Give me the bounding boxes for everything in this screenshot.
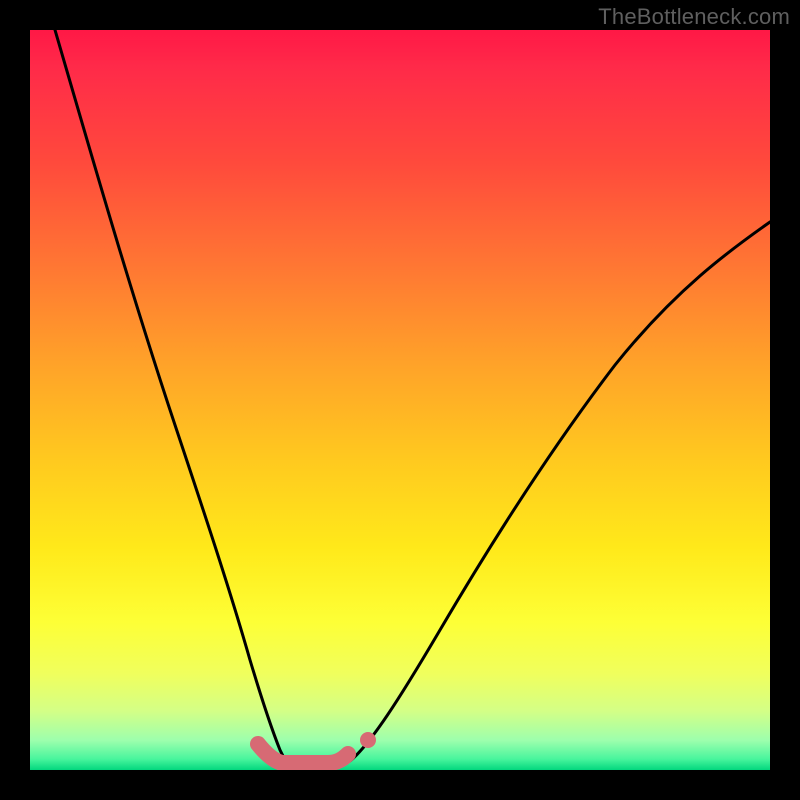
curve-left-branch <box>55 30 285 760</box>
valley-marker-dot <box>360 732 376 748</box>
valley-marker-band <box>258 744 348 763</box>
curve-svg <box>30 30 770 770</box>
chart-frame: TheBottleneck.com <box>0 0 800 800</box>
curve-right-branch <box>350 222 770 761</box>
attribution-text: TheBottleneck.com <box>598 4 790 30</box>
plot-area <box>30 30 770 770</box>
